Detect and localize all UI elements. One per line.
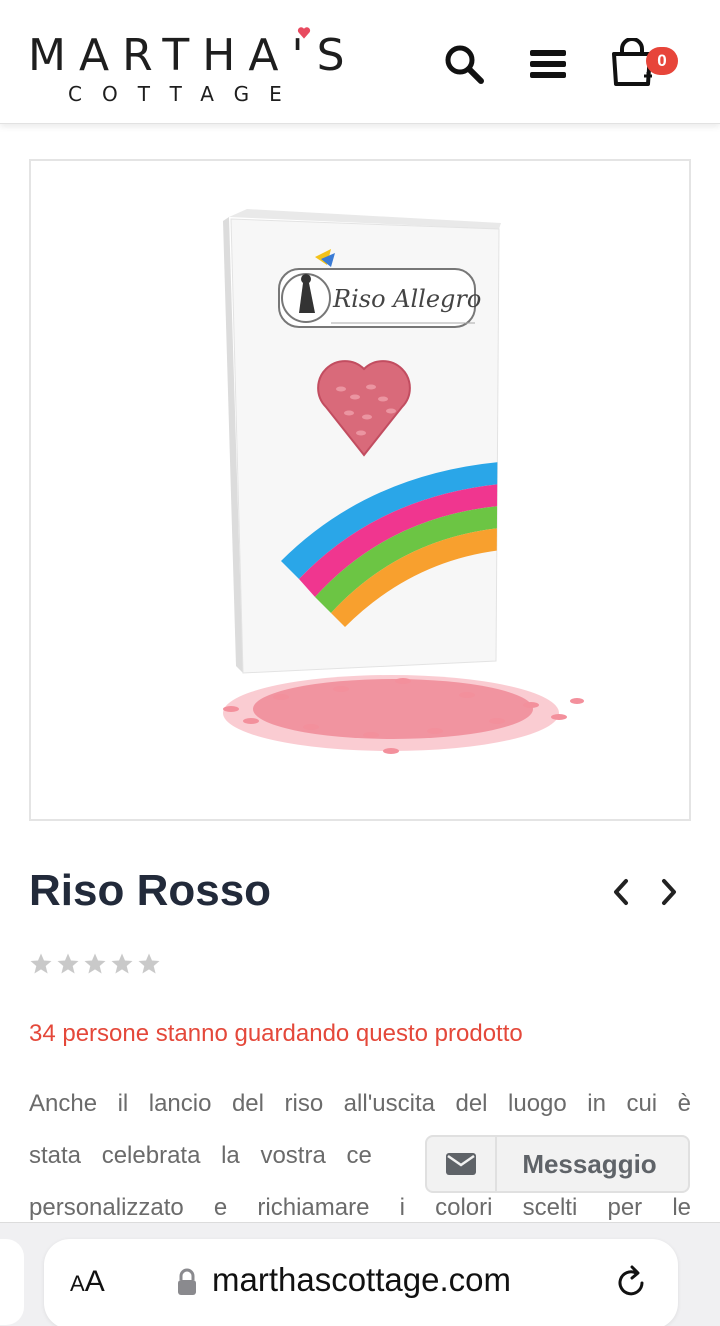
site-logo[interactable]: MARTHA'S COTTAGE: [28, 27, 358, 110]
star-icon: [57, 953, 79, 974]
text-size-button[interactable]: AA: [70, 1265, 105, 1299]
menu-button[interactable]: [524, 40, 572, 88]
site-header: MARTHA'S COTTAGE 0: [0, 0, 720, 124]
reload-icon[interactable]: [612, 1263, 652, 1303]
description-line: Anche il lancio del riso all'uscita del …: [29, 1090, 691, 1117]
cart-count-badge: 0: [646, 47, 678, 75]
product-title: Riso Rosso: [29, 866, 272, 915]
previous-product-button[interactable]: [606, 872, 636, 912]
lock-icon: [178, 1268, 196, 1295]
message-button-label: Messaggio: [522, 1148, 657, 1179]
star-icon: [138, 953, 160, 974]
chevron-left-icon: [614, 879, 628, 905]
menu-icon: [530, 50, 566, 78]
chevron-right-icon: [662, 879, 676, 905]
logo-sub-text: COTTAGE: [68, 82, 302, 106]
envelope-icon: [446, 1153, 476, 1175]
live-viewers-notice: 34 persone stanno guardando questo prodo…: [29, 1020, 523, 1047]
next-product-button[interactable]: [654, 872, 684, 912]
rice-package-illustration: Riso Allegro: [223, 209, 584, 754]
message-button[interactable]: Messaggio: [425, 1135, 690, 1193]
previous-tab-edge[interactable]: [0, 1239, 24, 1325]
star-icon: [84, 953, 106, 974]
message-icon-box: [427, 1137, 497, 1191]
product-image[interactable]: Riso Allegro: [29, 159, 691, 821]
url-text: marthascottage.com: [212, 1261, 511, 1298]
product-rating: [29, 952, 161, 976]
package-brand-text: Riso Allegro: [332, 285, 481, 313]
browser-toolbar: AA marthascottage.com: [0, 1222, 720, 1326]
search-icon: [445, 45, 484, 84]
search-button[interactable]: [440, 40, 488, 88]
star-icon: [111, 953, 133, 974]
address-bar[interactable]: AA marthascottage.com: [44, 1239, 678, 1326]
star-icon: [30, 953, 52, 974]
logo-heart-icon: [297, 27, 311, 39]
